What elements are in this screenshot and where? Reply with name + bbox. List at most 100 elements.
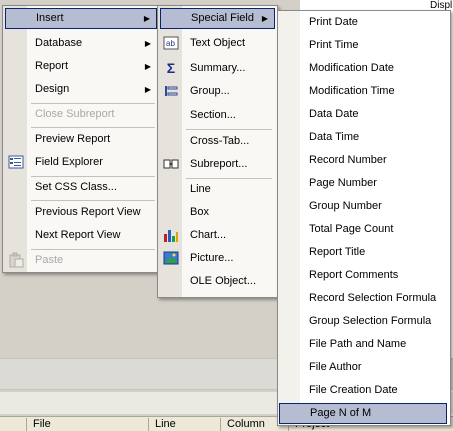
menu-item-special-field-option[interactable]: Print Time: [279, 35, 447, 56]
menu-item-label: Group...: [190, 85, 230, 97]
menu-item-label: Summary...: [190, 62, 246, 74]
menu-item-set-css-class[interactable]: Set CSS Class...: [5, 177, 157, 198]
menu-item-label: Print Time: [309, 39, 359, 51]
menu-separator: [31, 200, 155, 201]
menu-item-label: Next Report View: [35, 229, 121, 241]
menu-item-special-field-option[interactable]: File Path and Name: [279, 334, 447, 355]
menu-item-label: OLE Object...: [190, 275, 257, 287]
status-col-file[interactable]: File: [26, 418, 153, 431]
menu-item-close-subreport[interactable]: Close Subreport: [5, 104, 157, 125]
menu-item-label: File Creation Date: [309, 384, 398, 396]
chevron-right-icon: ▶: [144, 85, 151, 94]
menu-item-label: Line: [190, 183, 211, 195]
subreport-icon: [163, 156, 179, 172]
menu-item-label: Record Number: [309, 154, 387, 166]
menu-item-label: Report: [35, 60, 69, 72]
menu-item-label: Total Page Count: [309, 223, 394, 235]
menu-item-special-field-option[interactable]: File Creation Date: [279, 380, 447, 401]
menu-item-line[interactable]: Line: [160, 179, 275, 200]
menu-item-label: Database: [35, 37, 83, 49]
group-icon: [163, 83, 179, 99]
menu-item-label: Print Date: [309, 16, 358, 28]
menu-item-label: Field Explorer: [35, 156, 103, 168]
menu-item-label: Data Time: [309, 131, 360, 143]
menu-item-picture[interactable]: Picture...: [160, 248, 275, 269]
menu-item-insert[interactable]: Insert ▶: [5, 8, 157, 29]
menu-item-label: Box: [190, 206, 209, 218]
menu-item-label: Special Field: [191, 12, 254, 24]
menu-item-special-field-option[interactable]: Data Time: [279, 127, 447, 148]
menu-item-label: Subreport...: [190, 158, 248, 170]
menu-item-label: Design: [35, 83, 70, 95]
menu-item-previous-report-view[interactable]: Previous Report View: [5, 202, 157, 223]
svg-text:ab: ab: [166, 39, 175, 48]
menu-item-special-field-option[interactable]: Modification Date: [279, 58, 447, 79]
menu-item-label: Cross-Tab...: [190, 135, 250, 147]
menu-item-text-object[interactable]: ab Text Object: [160, 33, 275, 54]
sigma-icon: Σ: [166, 60, 176, 76]
text-object-icon: ab: [163, 35, 179, 51]
menu-item-special-field-option[interactable]: Record Number: [279, 150, 447, 171]
menu-item-subreport[interactable]: Subreport...: [160, 154, 275, 175]
chevron-right-icon: ▶: [144, 62, 151, 71]
menu-item-design[interactable]: Design ▶: [5, 79, 157, 100]
menu-item-label: Text Object: [190, 37, 246, 49]
special-field-submenu: Print Date Print Time Modification Date Mod…: [277, 10, 451, 426]
menu-item-cross-tab[interactable]: Cross-Tab...: [160, 131, 275, 152]
menu-item-special-field-option[interactable]: Record Selection Formula: [279, 288, 447, 309]
menu-item-label: Group Selection Formula: [309, 315, 432, 327]
menu-item-report[interactable]: Report ▶: [5, 56, 157, 77]
menu-item-special-field-option[interactable]: Page N of M: [279, 403, 447, 424]
menu-item-label: Modification Time: [309, 85, 395, 97]
menu-item-label: File Path and Name: [309, 338, 407, 350]
menu-item-label: Chart...: [190, 229, 227, 241]
menu-item-special-field-option[interactable]: Group Selection Formula: [279, 311, 447, 332]
menu-item-label: Page Number: [309, 177, 377, 189]
menu-item-special-field-option[interactable]: Data Date: [279, 104, 447, 125]
menu-item-paste[interactable]: Paste: [5, 250, 157, 271]
menu-item-section[interactable]: Section...: [160, 105, 275, 126]
status-col-line[interactable]: Line: [148, 418, 223, 431]
menu-item-label: Page N of M: [310, 407, 372, 419]
menu-item-special-field-option[interactable]: Report Title: [279, 242, 447, 263]
menu-item-summary[interactable]: Σ Summary...: [160, 58, 275, 79]
field-explorer-icon: [8, 154, 24, 170]
menu-item-label: Preview Report: [35, 133, 111, 145]
menu-item-special-field-option[interactable]: File Author: [279, 357, 447, 378]
menu-item-chart[interactable]: Chart...: [160, 225, 275, 246]
menu-item-label: Group Number: [309, 200, 382, 212]
menu-item-label: File Author: [309, 361, 362, 373]
menu-item-preview-report[interactable]: Preview Report: [5, 129, 157, 150]
chevron-right-icon: ▶: [144, 39, 151, 48]
menu-item-group[interactable]: Group...: [160, 81, 275, 102]
menu-item-special-field-option[interactable]: Print Date: [279, 12, 447, 33]
menu-separator: [31, 127, 155, 128]
menu-item-special-field[interactable]: Special Field ▶: [160, 8, 275, 29]
menu-item-ole-object[interactable]: OLE Object...: [160, 271, 275, 292]
menu-item-special-field-option[interactable]: Group Number: [279, 196, 447, 217]
menu-item-label: Close Subreport: [35, 108, 115, 120]
chart-icon: [163, 227, 179, 243]
menu-item-label: Paste: [35, 254, 64, 266]
menu-item-field-explorer[interactable]: Field Explorer: [5, 152, 157, 173]
menu-item-special-field-option[interactable]: Report Comments: [279, 265, 447, 286]
menu-item-box[interactable]: Box: [160, 202, 275, 223]
menu-item-special-field-option[interactable]: Modification Time: [279, 81, 447, 102]
menu-item-label: Modification Date: [309, 62, 394, 74]
menu-item-special-field-option[interactable]: Total Page Count: [279, 219, 447, 240]
picture-icon: [163, 250, 179, 266]
menu-item-label: Data Date: [309, 108, 359, 120]
paste-icon: [8, 252, 24, 268]
menu-item-database[interactable]: Database ▶: [5, 33, 157, 54]
menu-item-label: Report Title: [309, 246, 366, 258]
menu-item-label: Section...: [190, 109, 236, 121]
menu-item-label: Insert: [36, 12, 64, 24]
menu-item-next-report-view[interactable]: Next Report View: [5, 225, 157, 246]
menu-separator: [186, 129, 272, 130]
menu-item-label: Set CSS Class...: [35, 181, 117, 193]
menu-item-label: Record Selection Formula: [309, 292, 437, 304]
context-menu: Insert ▶ Database ▶ Report ▶ Design ▶ Cl…: [2, 5, 160, 273]
menu-item-label: Picture...: [190, 252, 234, 264]
chevron-right-icon: ▶: [261, 14, 268, 23]
menu-item-special-field-option[interactable]: Page Number: [279, 173, 447, 194]
